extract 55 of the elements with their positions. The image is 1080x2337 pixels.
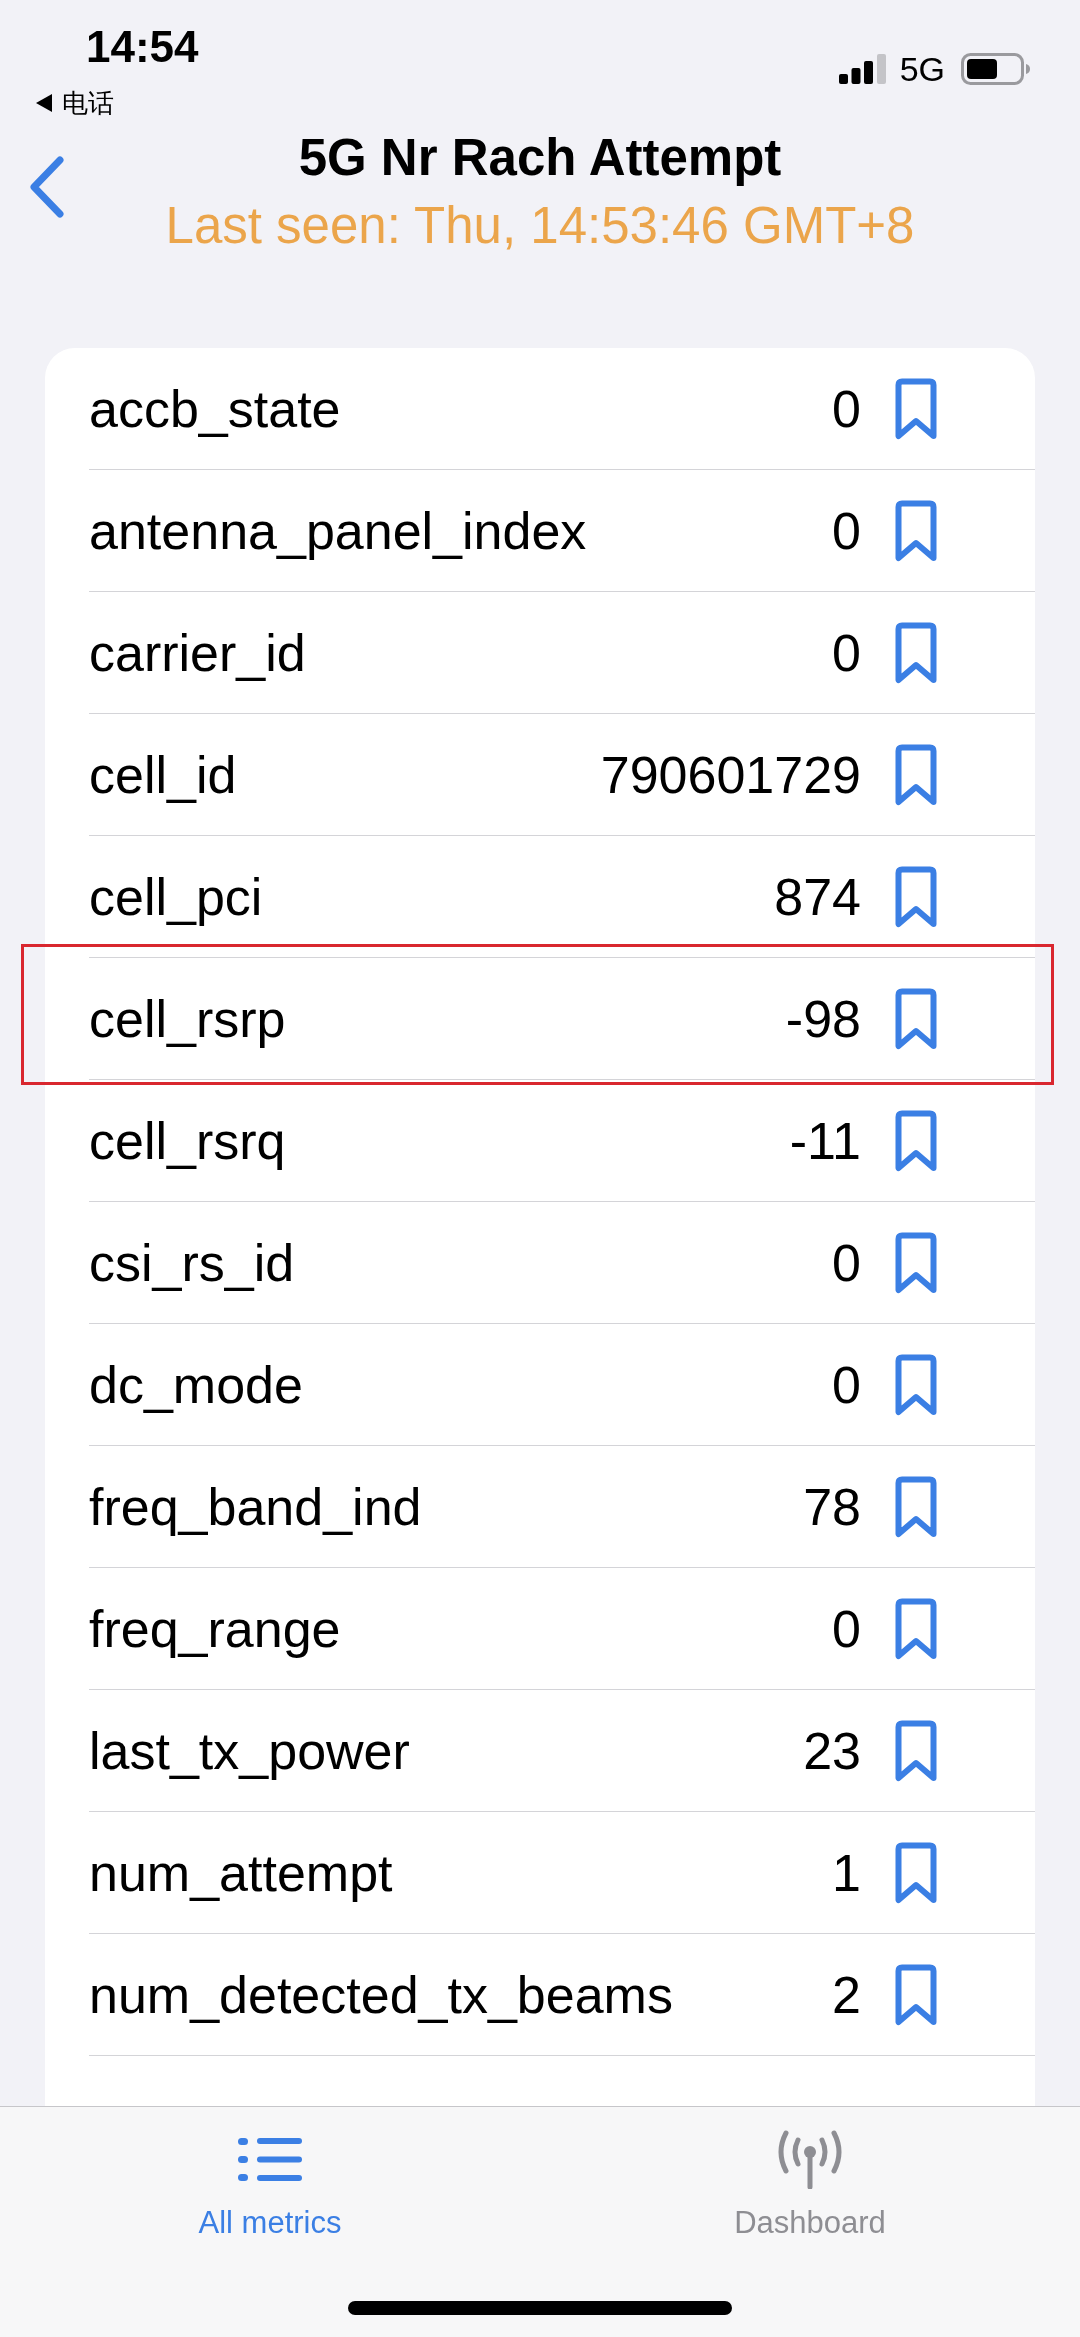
tab[interactable]: All metrics [192,2129,348,2241]
metric-name: cell_pci [89,866,263,928]
bookmark-icon[interactable] [895,621,937,684]
bookmark-icon[interactable] [895,1597,937,1660]
back-chevron-icon[interactable] [28,155,65,219]
metric-value: 23 [802,1720,861,1782]
metric-name: cell_rsrq [89,1110,286,1172]
metric-value: 0 [831,500,861,562]
metric-value: 790601729 [599,744,861,806]
metric-value: 1 [831,1842,861,1904]
status-time: 14:54 [86,22,199,72]
network-type: 5G [899,53,945,85]
metric-value: 0 [831,1598,861,1660]
bookmark-icon[interactable] [895,987,937,1050]
bookmark-icon[interactable] [895,1231,937,1294]
bookmark-icon[interactable] [895,1475,937,1538]
metric-name: num_attempt [89,1842,393,1904]
back-to-app-link[interactable]: 电话 [62,86,114,120]
metric-value: 0 [831,1354,861,1416]
metric-value: 78 [802,1476,861,1538]
bookmark-icon[interactable] [895,743,937,806]
metric-value: 0 [831,378,861,440]
metric-value: 2 [831,1964,861,2026]
metric-name: carrier_id [89,622,306,684]
bookmark-icon[interactable] [895,377,937,440]
page-title: 5G Nr Rach Attempt [298,128,782,188]
bookmark-icon[interactable] [895,1963,937,2026]
metric-value: -11 [788,1110,861,1172]
metric-name: cell_id [89,744,237,806]
bookmark-icon[interactable] [895,1109,937,1172]
battery-icon [961,53,1030,85]
bookmark-icon[interactable] [895,865,937,928]
metric-name: antenna_panel_index [89,500,587,562]
metric-name: freq_band_ind [89,1476,422,1538]
metric-value: -98 [784,988,861,1050]
metric-name: last_tx_power [89,1720,410,1782]
metric-name: num_detected_tx_beams [89,1964,673,2026]
antenna-icon [776,2129,844,2189]
metric-name: cell_rsrp [89,988,286,1050]
metric-name: freq_range [89,1598,341,1660]
metric-value: 0 [831,622,861,684]
bookmark-icon[interactable] [895,499,937,562]
list-icon [238,2137,302,2181]
metric-name: csi_rs_id [89,1232,295,1294]
bookmark-icon[interactable] [895,1719,937,1782]
metric-name: dc_mode [89,1354,303,1416]
last-seen-text: Last seen: Thu, 14:53:46 GMT+8 [165,196,915,256]
tab[interactable]: Dashboard [728,2129,892,2241]
bookmark-icon[interactable] [895,1841,937,1904]
metric-name: accb_state [89,378,341,440]
back-triangle-icon [36,94,52,112]
metric-value: 874 [773,866,861,928]
signal-bars-icon [838,54,886,84]
metric-value: 0 [831,1232,861,1294]
bookmark-icon[interactable] [895,1353,937,1416]
